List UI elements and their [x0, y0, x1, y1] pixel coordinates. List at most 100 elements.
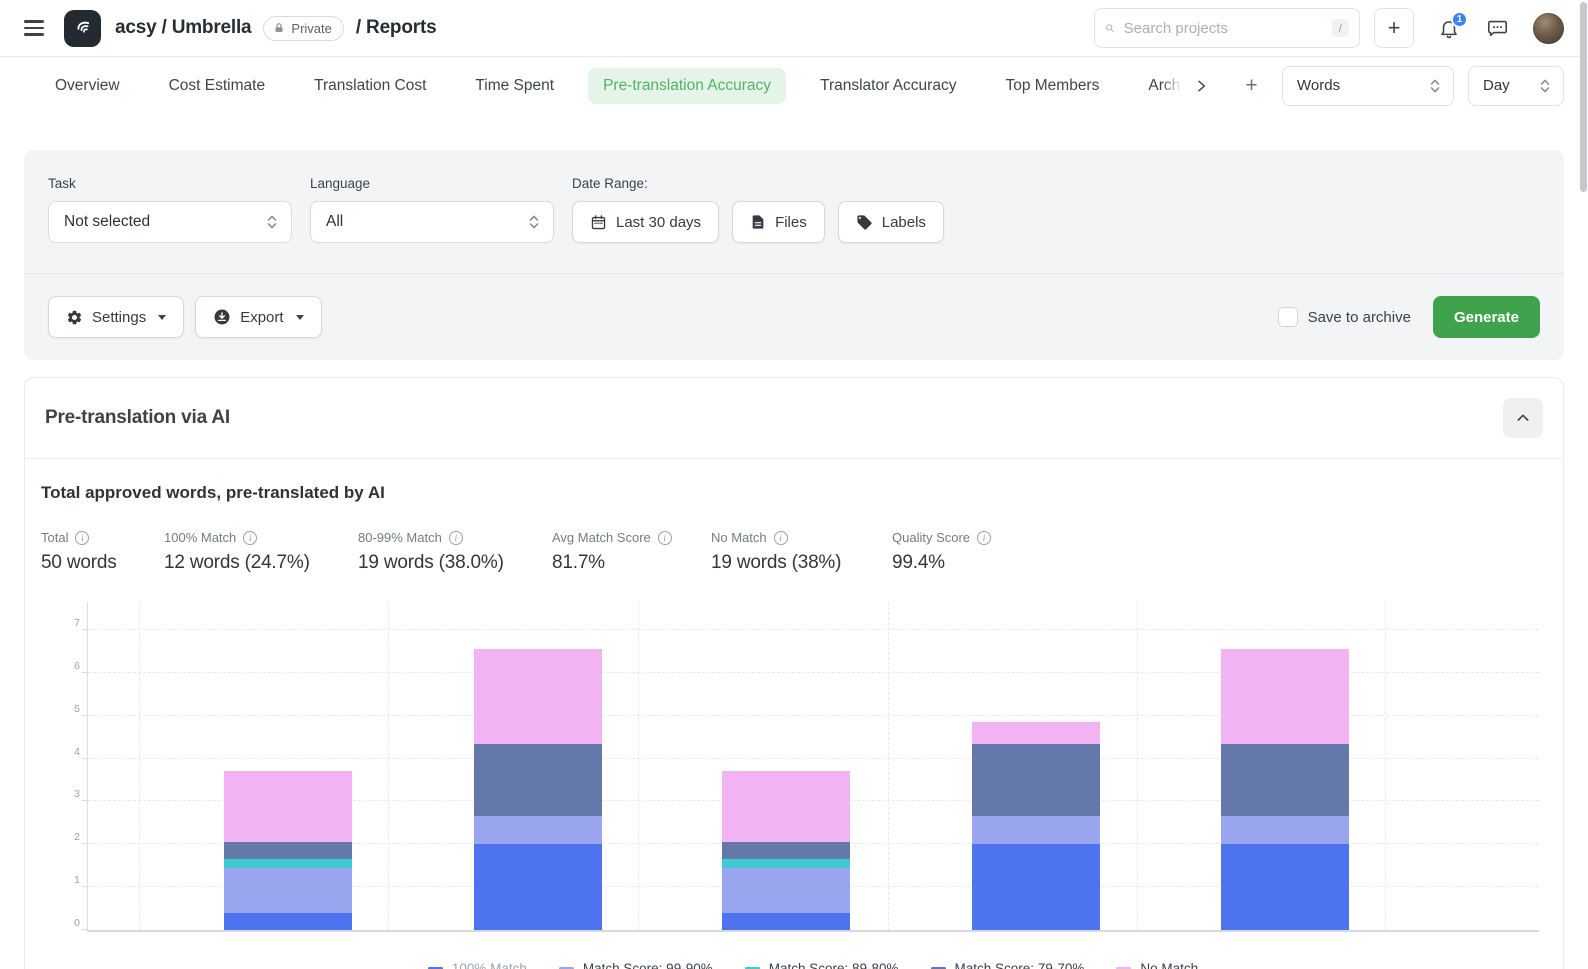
task-filter-group: Task Not selected: [48, 176, 292, 243]
stacked-bar-5[interactable]: [1221, 649, 1349, 930]
info-icon[interactable]: i: [774, 531, 788, 545]
calendar-icon: [590, 214, 607, 231]
bar-segment-no-match[interactable]: [474, 649, 602, 743]
tab-top-members[interactable]: Top Members: [990, 68, 1114, 104]
stat-avg-match-score: Avg Match Scorei81.7%: [552, 530, 711, 574]
files-filter-label: Files: [775, 214, 807, 231]
bar-segment-100-match[interactable]: [224, 913, 352, 930]
export-button-label: Export: [240, 309, 283, 326]
bar-segment-match-score-99-90-[interactable]: [1221, 816, 1349, 844]
tabs-overflow-chevron-icon[interactable]: [1187, 74, 1215, 98]
breadcrumb-project[interactable]: acsy / Umbrella: [115, 17, 251, 39]
y-axis-tick-label: 5: [62, 703, 80, 715]
date-range-label: Date Range:: [572, 176, 944, 191]
report-tabs: Overview Cost Estimate Translation Cost Tim…: [0, 57, 1588, 114]
info-icon[interactable]: i: [658, 531, 672, 545]
stat-value: 19 words (38%): [711, 552, 892, 574]
legend-label: Match Score: 89-80%: [769, 961, 899, 969]
tab-arch[interactable]: Arch: [1133, 68, 1185, 104]
stat-value: 99.4%: [892, 552, 1052, 574]
y-axis-tick-label: 0: [62, 917, 80, 929]
bar-segment-match-score-89-80-[interactable]: [224, 859, 352, 868]
top-bar: acsy / Umbrella Private / Reports / + 1: [0, 0, 1588, 57]
tab-translation-cost[interactable]: Translation Cost: [299, 68, 441, 104]
bar-segment-match-score-79-70-[interactable]: [972, 744, 1100, 817]
bar-segment-match-score-79-70-[interactable]: [474, 744, 602, 817]
search-shortcut-key: /: [1332, 19, 1349, 37]
notifications-button[interactable]: 1: [1438, 17, 1460, 40]
bar-segment-no-match[interactable]: [224, 771, 352, 842]
crowdin-logo-icon: [71, 16, 95, 40]
tab-pre-translation-accuracy[interactable]: Pre-translation Accuracy: [588, 68, 786, 104]
legend-label: 100% Match: [452, 961, 527, 969]
bar-segment-no-match[interactable]: [722, 771, 850, 842]
info-icon[interactable]: i: [449, 531, 463, 545]
bar-segment-no-match[interactable]: [972, 722, 1100, 743]
legend-item-match-score-79-70-[interactable]: Match Score: 79-70%: [931, 961, 1085, 969]
collapse-card-button[interactable]: [1503, 398, 1543, 438]
settings-dropdown-button[interactable]: Settings: [48, 296, 184, 338]
y-axis-tick: [82, 843, 88, 844]
bar-segment-match-score-89-80-[interactable]: [722, 859, 850, 868]
search-input[interactable]: [1124, 20, 1323, 37]
files-filter-button[interactable]: Files: [732, 201, 825, 243]
unit-select[interactable]: Words: [1282, 66, 1454, 106]
language-select[interactable]: All: [310, 201, 554, 243]
stacked-bar-1[interactable]: [224, 771, 352, 930]
date-range-filter-group: Date Range: Last 30 days: [572, 176, 944, 243]
messages-button[interactable]: [1486, 17, 1509, 39]
search-box[interactable]: /: [1094, 8, 1360, 48]
stat-label: 100% Match: [164, 530, 236, 545]
hamburger-menu-icon[interactable]: [24, 20, 44, 36]
bar-segment-100-match[interactable]: [972, 844, 1100, 930]
tab-translator-accuracy[interactable]: Translator Accuracy: [805, 68, 971, 104]
labels-filter-button[interactable]: Labels: [838, 201, 944, 243]
stacked-bar-3[interactable]: [722, 771, 850, 930]
stacked-bar-4[interactable]: [972, 722, 1100, 930]
bar-segment-100-match[interactable]: [1221, 844, 1349, 930]
bar-segment-100-match[interactable]: [722, 913, 850, 930]
create-project-button[interactable]: +: [1374, 8, 1414, 48]
app-logo[interactable]: [64, 10, 101, 47]
stacked-bar-2[interactable]: [474, 649, 602, 930]
y-gridline: [88, 629, 1539, 630]
export-dropdown-button[interactable]: Export: [195, 296, 321, 338]
y-axis-tick-label: 4: [62, 746, 80, 758]
date-range-value: Last 30 days: [616, 214, 701, 231]
tab-cost-estimate[interactable]: Cost Estimate: [154, 68, 280, 104]
bar-segment-100-match[interactable]: [474, 844, 602, 930]
legend-item-100-match[interactable]: 100% Match: [428, 961, 527, 969]
bar-segment-match-score-79-70-[interactable]: [1221, 744, 1349, 817]
y-axis-tick: [82, 929, 88, 930]
info-icon[interactable]: i: [75, 531, 89, 545]
legend-item-match-score-99-90-[interactable]: Match Score: 99-90%: [559, 961, 713, 969]
task-select[interactable]: Not selected: [48, 201, 292, 243]
bar-segment-match-score-99-90-[interactable]: [722, 868, 850, 913]
user-avatar[interactable]: [1533, 13, 1564, 44]
save-to-archive-checkbox[interactable]: [1278, 307, 1298, 327]
bar-segment-match-score-99-90-[interactable]: [224, 868, 352, 913]
privacy-badge-label: Private: [291, 21, 331, 36]
tab-overview[interactable]: Overview: [40, 68, 135, 104]
generate-button[interactable]: Generate: [1433, 296, 1540, 338]
bar-segment-match-score-99-90-[interactable]: [474, 816, 602, 844]
bar-segment-match-score-99-90-[interactable]: [972, 816, 1100, 844]
date-range-button[interactable]: Last 30 days: [572, 201, 719, 243]
add-report-tab-button[interactable]: +: [1245, 74, 1257, 98]
period-select[interactable]: Day: [1468, 66, 1564, 106]
stat-value: 19 words (38.0%): [358, 552, 552, 574]
bar-segment-match-score-79-70-[interactable]: [224, 842, 352, 859]
legend-item-match-score-89-80-[interactable]: Match Score: 89-80%: [745, 961, 899, 969]
chart-subtitle: Total approved words, pre-translated by …: [41, 483, 1543, 503]
chart-legend: 100% Match Match Score: 99-90% Match Score…: [87, 961, 1539, 969]
page-scrollbar[interactable]: [1580, 2, 1587, 192]
info-icon[interactable]: i: [977, 531, 991, 545]
tab-time-spent[interactable]: Time Spent: [460, 68, 569, 104]
bar-segment-match-score-79-70-[interactable]: [722, 842, 850, 859]
legend-item-no-match[interactable]: No Match: [1116, 961, 1198, 969]
bar-segment-no-match[interactable]: [1221, 649, 1349, 743]
save-to-archive-option[interactable]: Save to archive: [1278, 307, 1411, 327]
info-icon[interactable]: i: [243, 531, 257, 545]
search-icon: [1105, 19, 1115, 37]
language-filter-group: Language All: [310, 176, 554, 243]
